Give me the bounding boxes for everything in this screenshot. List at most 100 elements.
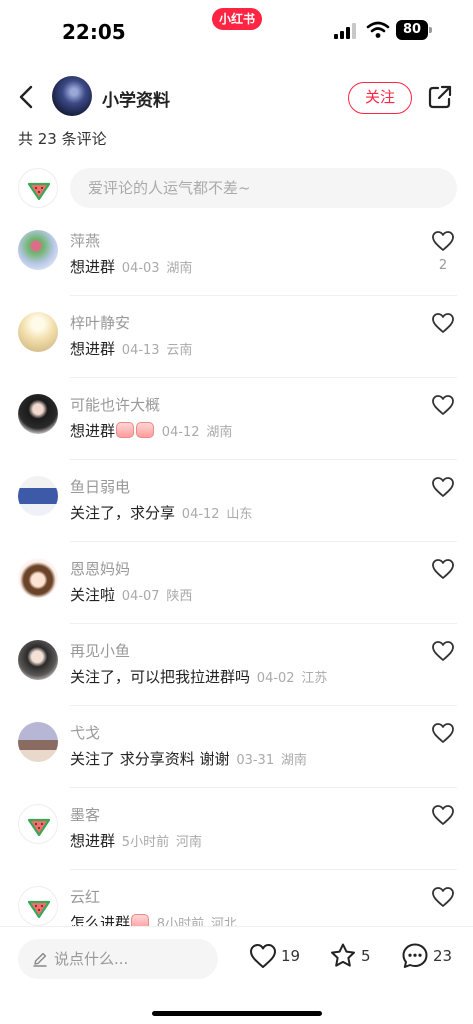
- commenter-name[interactable]: 梓叶静安: [70, 312, 130, 333]
- commenter-avatar[interactable]: [18, 394, 58, 434]
- commenter-name[interactable]: 恩恩妈妈: [70, 558, 130, 579]
- heart-icon[interactable]: [431, 804, 455, 826]
- comment-date: 03-31: [236, 753, 275, 768]
- watermelon-icon: [27, 182, 51, 201]
- comment-text-line: 关注了 求分享资料 谢谢 03-31 湖南: [70, 748, 307, 769]
- emoji-sticker: [116, 422, 135, 438]
- heart-icon[interactable]: [431, 640, 455, 662]
- commenter-avatar[interactable]: [18, 312, 58, 352]
- comment-location: 云南: [166, 343, 193, 358]
- comment-location: 湖南: [280, 753, 307, 768]
- comment-location: 湖南: [166, 261, 193, 276]
- header: 小学资料 关注: [0, 72, 473, 124]
- pen-icon: [33, 952, 47, 967]
- comment-text-line: 关注啦 04-07 陕西: [70, 584, 192, 605]
- bottom-bar: 说点什么... 19 5 23: [0, 926, 473, 1024]
- comment-item[interactable]: 恩恩妈妈 关注啦 04-07 陕西: [0, 542, 473, 624]
- emoji-sticker: [136, 422, 155, 438]
- watermelon-icon: [27, 900, 51, 919]
- commenter-name[interactable]: 墨客: [70, 804, 100, 825]
- signal-icon: [334, 23, 356, 39]
- comment-count: 共 23 条评论: [18, 130, 107, 148]
- commenter-avatar[interactable]: [18, 230, 58, 270]
- comment-bubble-icon: [402, 943, 428, 968]
- comment-date: 04-03: [121, 261, 160, 276]
- commenter-name[interactable]: 弋戈: [70, 722, 100, 743]
- comment-list: 萍燕 想进群 04-03 湖南 2 梓叶静安 想进群 04-13 云南 可能也许…: [0, 214, 473, 952]
- collect-total: 5: [361, 947, 371, 965]
- comment-location: 江苏: [301, 671, 328, 686]
- author-name[interactable]: 小学资料: [102, 86, 170, 111]
- comment-item[interactable]: 墨客 想进群 5小时前 河南: [0, 788, 473, 870]
- heart-icon: [250, 944, 276, 968]
- comment-text: 关注啦: [70, 586, 116, 604]
- heart-icon[interactable]: [431, 230, 455, 252]
- heart-icon[interactable]: [431, 476, 455, 498]
- comment-date: 04-12: [161, 425, 200, 440]
- my-avatar: [18, 168, 58, 208]
- comment-item[interactable]: 弋戈 关注了 求分享资料 谢谢 03-31 湖南: [0, 706, 473, 788]
- comment-item[interactable]: 可能也许大概 想进群 04-12 湖南: [0, 378, 473, 460]
- comment-text: 想进群: [70, 422, 116, 440]
- comment-text: 关注了 求分享资料 谢谢: [70, 750, 230, 768]
- star-icon: [331, 943, 355, 967]
- comment-text: 关注了，可以把我拉进群吗: [70, 668, 251, 686]
- comment-text-line: 想进群 04-12 湖南: [70, 420, 232, 441]
- battery-level: 80: [396, 20, 428, 40]
- comment-item[interactable]: 梓叶静安 想进群 04-13 云南: [0, 296, 473, 378]
- comment-text-line: 关注了，求分享 04-12 山东: [70, 502, 252, 523]
- comment-location: 陕西: [166, 589, 193, 604]
- comment-text: 想进群: [70, 832, 116, 850]
- commenter-avatar[interactable]: [18, 886, 58, 926]
- comment-location: 山东: [226, 507, 253, 522]
- comment-date: 5小时前: [121, 835, 170, 850]
- commenter-avatar[interactable]: [18, 640, 58, 680]
- commenter-name[interactable]: 可能也许大概: [70, 394, 160, 415]
- commenter-name[interactable]: 再见小鱼: [70, 640, 130, 661]
- heart-icon[interactable]: [431, 558, 455, 580]
- heart-icon[interactable]: [431, 722, 455, 744]
- comment-text-line: 想进群 04-13 云南: [70, 338, 192, 359]
- commenter-name[interactable]: 云红: [70, 886, 100, 907]
- commenter-avatar[interactable]: [18, 804, 58, 844]
- bottom-comment-input[interactable]: 说点什么...: [18, 939, 218, 979]
- comment-date: 04-07: [121, 589, 160, 604]
- comment-text-line: 想进群 5小时前 河南: [70, 830, 202, 851]
- comment-location: 河南: [175, 835, 202, 850]
- comment-date: 04-02: [256, 671, 295, 686]
- app-badge: 小红书: [212, 8, 262, 30]
- comment-item[interactable]: 再见小鱼 关注了，可以把我拉进群吗 04-02 江苏: [0, 624, 473, 706]
- status-bar: 22:05 小红书 80: [0, 0, 473, 62]
- comment-input[interactable]: 爱评论的人运气都不差~: [70, 168, 457, 208]
- heart-icon[interactable]: [431, 312, 455, 334]
- commenter-avatar[interactable]: [18, 558, 58, 598]
- bottom-input-placeholder: 说点什么...: [54, 950, 129, 968]
- status-time: 22:05: [62, 20, 126, 44]
- comment-text: 想进群: [70, 340, 116, 358]
- back-icon[interactable]: [14, 84, 40, 110]
- like-count: 2: [438, 258, 448, 273]
- author-avatar[interactable]: [52, 76, 92, 116]
- heart-icon[interactable]: [431, 394, 455, 416]
- heart-icon[interactable]: [431, 886, 455, 908]
- comment-text-line: 想进群 04-03 湖南: [70, 256, 192, 277]
- like-total: 19: [281, 947, 301, 965]
- commenter-name[interactable]: 萍燕: [70, 230, 100, 251]
- follow-button[interactable]: 关注: [348, 82, 412, 114]
- comment-text: 想进群: [70, 258, 116, 276]
- share-icon[interactable]: [427, 84, 453, 110]
- comment-text: 关注了，求分享: [70, 504, 176, 522]
- wifi-icon: [366, 21, 390, 38]
- comment-item[interactable]: 鱼日弱电 关注了，求分享 04-12 山东: [0, 460, 473, 542]
- commenter-avatar[interactable]: [18, 476, 58, 516]
- comment-item[interactable]: 萍燕 想进群 04-03 湖南 2: [0, 214, 473, 296]
- commenter-name[interactable]: 鱼日弱电: [70, 476, 130, 497]
- comment-total: 23: [433, 947, 453, 965]
- comment-date: 04-12: [181, 507, 220, 522]
- battery-icon: 80: [396, 20, 432, 40]
- comment-location: 湖南: [206, 425, 233, 440]
- home-indicator: [152, 1011, 322, 1016]
- comment-date: 04-13: [121, 343, 160, 358]
- watermelon-icon: [27, 818, 51, 837]
- commenter-avatar[interactable]: [18, 722, 58, 762]
